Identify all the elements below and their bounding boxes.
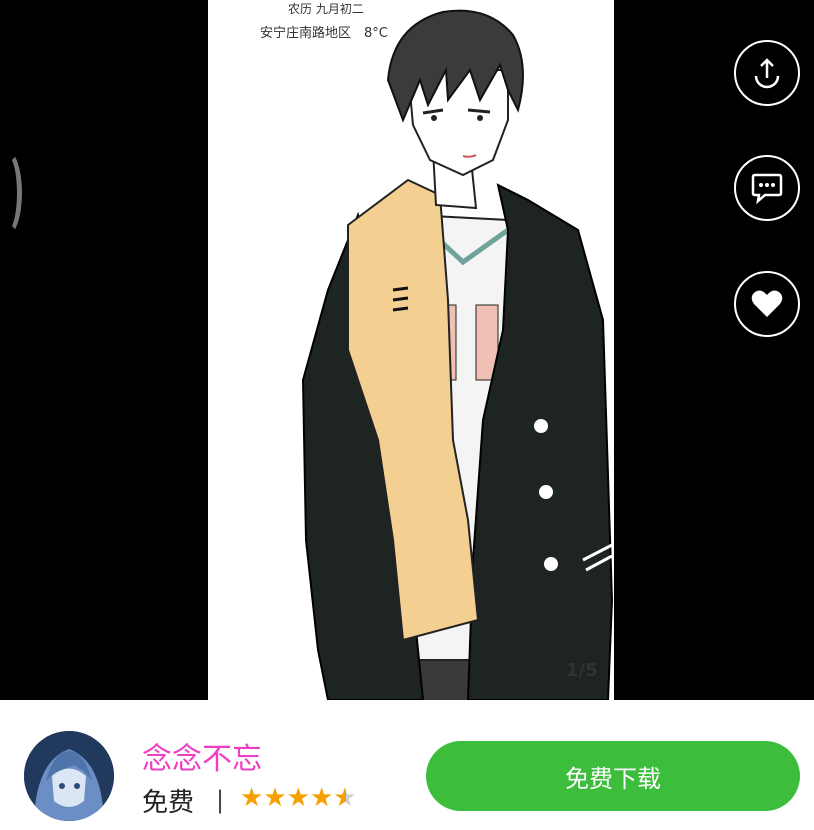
page-counter: 1/5 — [566, 660, 598, 681]
half-star-icon: ★ — [333, 783, 357, 813]
comment-icon — [751, 173, 783, 205]
star-icon: ★ — [240, 783, 264, 813]
free-download-button[interactable]: 免费下载 — [426, 741, 800, 811]
wallpaper-viewer[interactable]: 农历 九月初二 安宁庄南路地区 8°C 1/5 — [0, 0, 814, 700]
app-name[interactable]: 念念不忘 — [142, 734, 262, 778]
weather-location: 安宁庄南路地区 8°C — [260, 26, 388, 41]
wallpaper-image[interactable]: 农历 九月初二 安宁庄南路地区 8°C — [208, 0, 614, 700]
anime-girl-avatar — [24, 731, 114, 821]
heart-icon — [751, 290, 783, 317]
share-button[interactable] — [734, 40, 800, 106]
share-icon — [754, 58, 780, 89]
star-icon: ★ — [263, 783, 287, 813]
star-icon: ★ — [286, 783, 310, 813]
star-icon: ★ — [309, 783, 334, 813]
swipe-back-handle[interactable] — [0, 150, 22, 236]
price-rating-divider: | — [216, 786, 225, 814]
lunar-date: 农历 九月初二 — [288, 2, 364, 16]
app-avatar[interactable] — [24, 731, 114, 821]
app-price: 免费 — [142, 788, 195, 818]
like-button[interactable] — [734, 271, 800, 337]
comment-button[interactable] — [734, 155, 800, 221]
star-rating: ★ ★ ★ ★ ★ — [240, 783, 357, 813]
anime-boy-illustration — [301, 9, 614, 700]
